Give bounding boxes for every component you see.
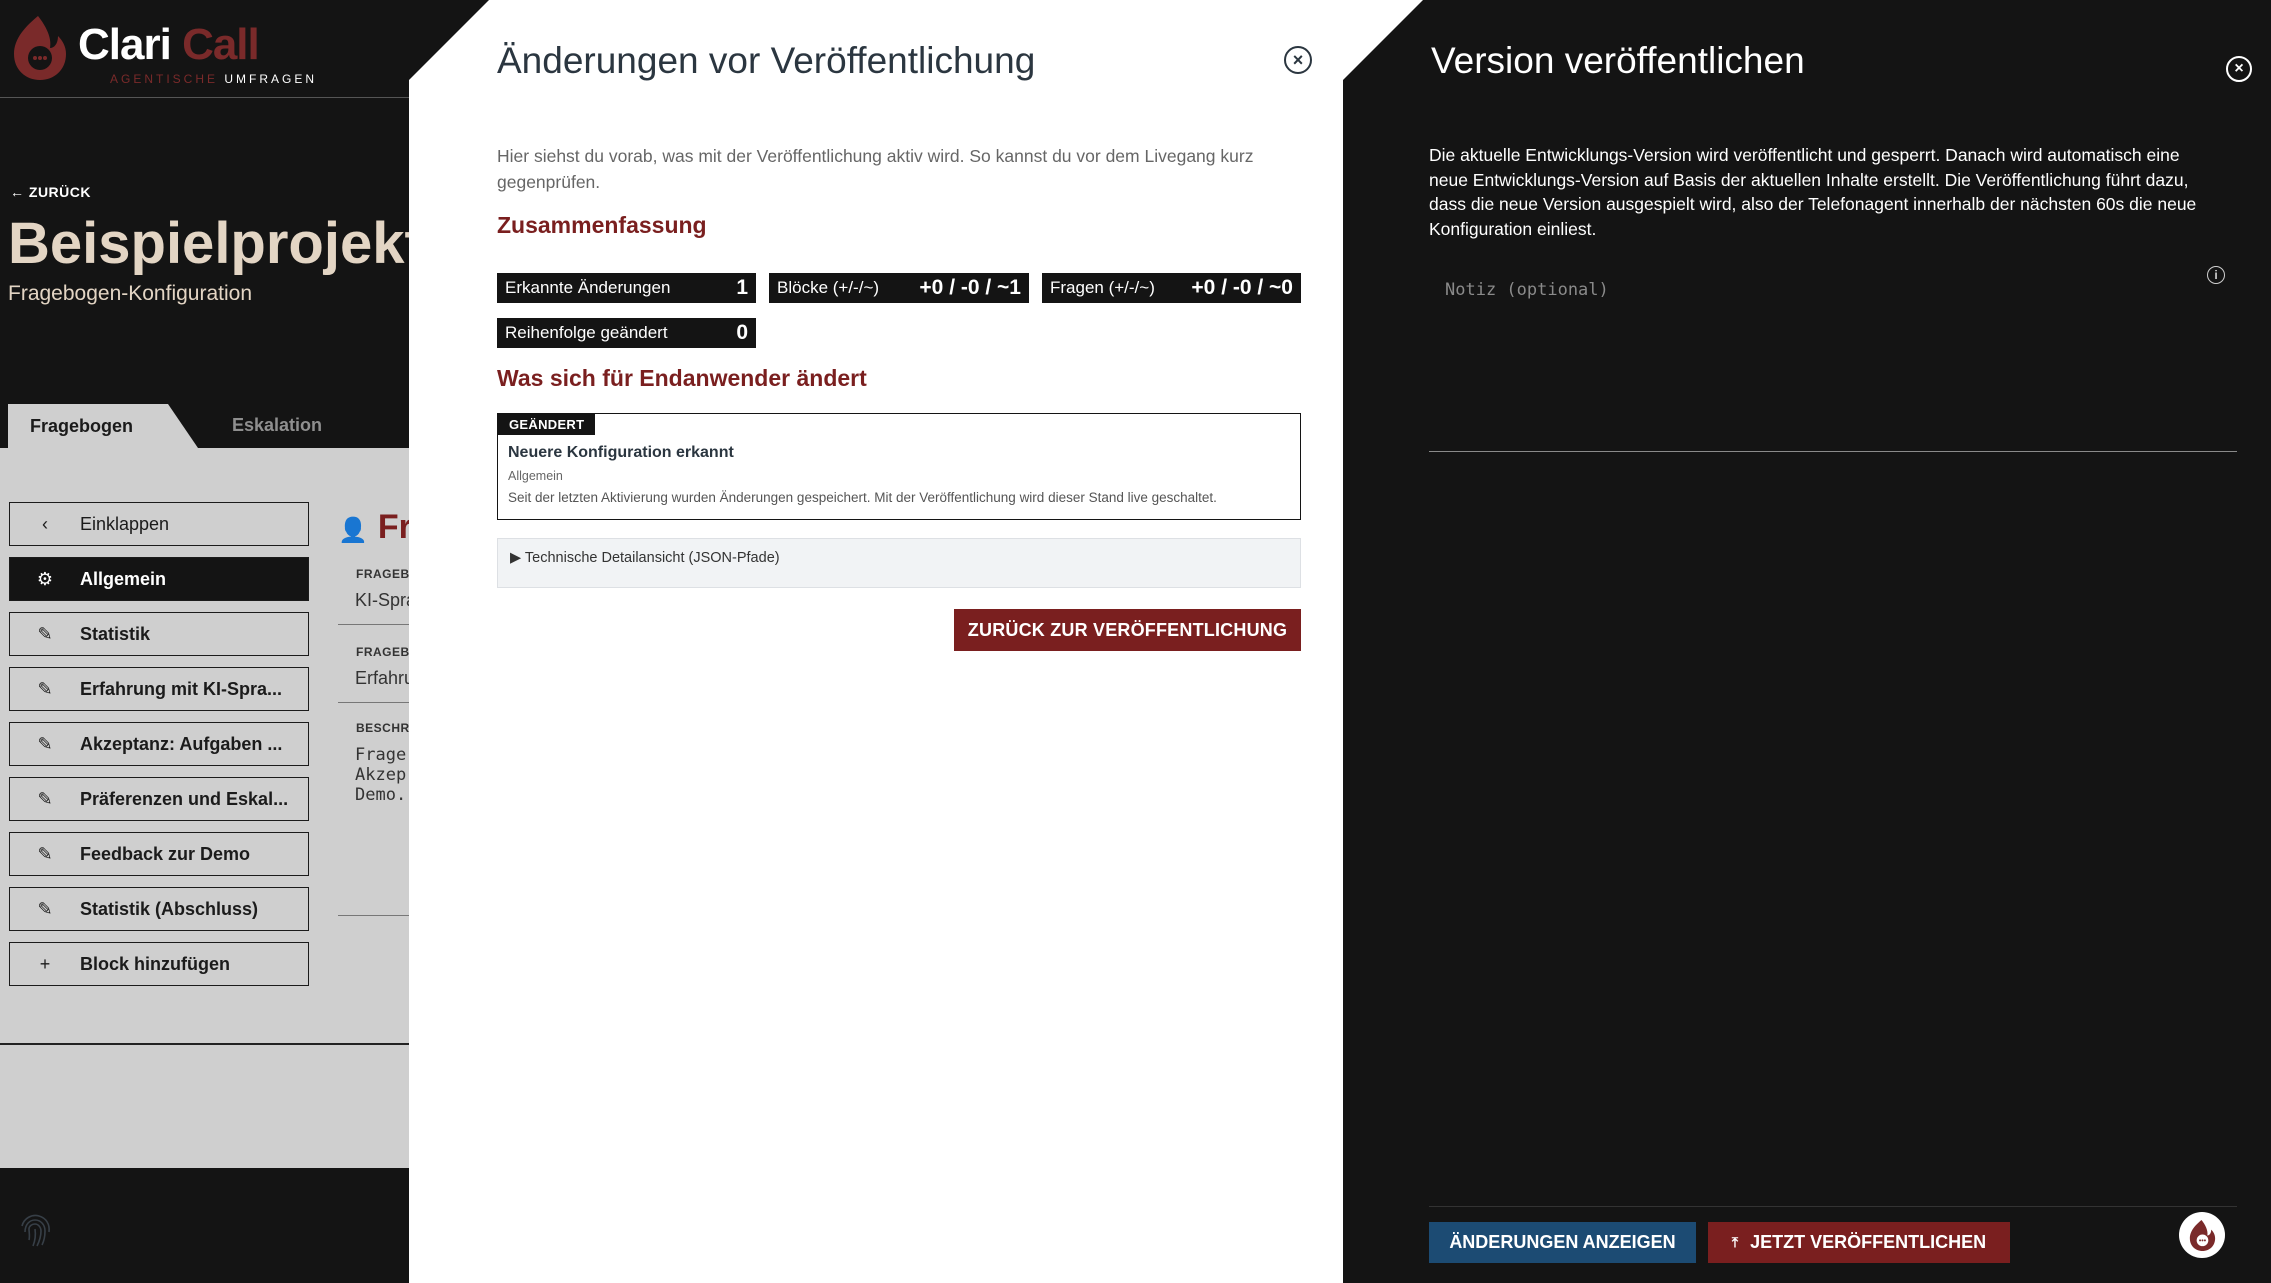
pencil-icon: ✎ — [37, 898, 53, 919]
status-badge: GEÄNDERT — [498, 414, 596, 435]
field-value[interactable]: KI-Spra — [355, 590, 416, 611]
footer-divider — [1429, 1206, 2237, 1207]
publish-drawer: Version veröffentlichen × Die aktuelle E… — [1343, 0, 2271, 1283]
sidebar-item-allgemein[interactable]: ⚙ Allgemein — [9, 557, 309, 601]
arrow-left-icon: ← — [10, 184, 25, 200]
sidebar-item-akzeptanz[interactable]: ✎ Akzeptanz: Aufgaben ... — [9, 722, 309, 766]
sidebar-item-erfahrung[interactable]: ✎ Erfahrung mit KI-Spra... — [9, 667, 309, 711]
description-textarea[interactable]: Frage Akzep Demo. — [355, 745, 406, 805]
sidebar-item-collapse[interactable]: ‹ Einklappen — [9, 502, 309, 546]
back-link[interactable]: ← ZURÜCK — [10, 184, 91, 200]
logo-flame-icon — [2189, 1219, 2216, 1252]
drawer-description: Die aktuelle Entwicklungs-Version wird v… — [1429, 145, 2197, 239]
change-card: GEÄNDERT Neuere Konfiguration erkannt Al… — [497, 413, 1301, 520]
pencil-icon: ✎ — [37, 733, 53, 754]
close-icon[interactable]: × — [2226, 56, 2252, 82]
project-subtitle: Fragebogen-Konfiguration — [8, 282, 253, 305]
plus-icon: + — [39, 953, 51, 974]
sidebar: ‹ Einklappen ⚙ Allgemein ✎ Statistik ✎ E… — [9, 502, 309, 997]
publish-now-button[interactable]: ⤒ JETZT VERÖFFENTLICHEN — [1708, 1222, 2010, 1263]
modal-intro: Hier siehst du vorab, was mit der Veröff… — [497, 146, 1254, 192]
info-icon[interactable]: i — [2207, 266, 2225, 284]
logo[interactable]: Clari Call AGENTISCHE UMFRAGEN — [8, 8, 428, 88]
enduser-heading: Was sich für Endanwender ändert — [497, 365, 867, 391]
logo-flame-icon — [14, 16, 66, 80]
pencil-icon: ✎ — [37, 623, 53, 644]
drawer-title: Version veröffentlichen — [1431, 40, 1805, 81]
gear-icon: ⚙ — [36, 568, 54, 589]
app-background: Clari Call AGENTISCHE UMFRAGEN ← ZURÜCK … — [0, 0, 430, 1283]
sidebar-item-statistik-abschluss[interactable]: ✎ Statistik (Abschluss) — [9, 887, 309, 931]
stat-order-changed: Reihenfolge geändert 0 — [497, 318, 756, 348]
add-block-button[interactable]: + Block hinzufügen — [9, 942, 309, 986]
chevron-left-icon: ‹ — [42, 513, 48, 534]
sidebar-item-statistik[interactable]: ✎ Statistik — [9, 612, 309, 656]
change-description: Seit der letzten Aktivierung wurden Ände… — [508, 490, 1217, 505]
pencil-icon: ✎ — [37, 788, 53, 809]
user-question-icon: 👤 — [338, 517, 368, 544]
note-input[interactable] — [1429, 270, 2237, 452]
sidebar-item-feedback[interactable]: ✎ Feedback zur Demo — [9, 832, 309, 876]
field-value[interactable]: Erfahru — [355, 668, 414, 689]
logo-tagline: AGENTISCHE UMFRAGEN — [110, 72, 318, 86]
section-heading: 👤 Fr — [338, 508, 412, 546]
modal-title: Änderungen vor Veröffentlichung — [497, 40, 1036, 81]
content-divider — [0, 1043, 430, 1045]
fingerprint-icon[interactable] — [14, 1210, 56, 1252]
project-title: Beispielprojekt — [8, 211, 424, 276]
stat-detected-changes: Erkannte Änderungen 1 — [497, 273, 756, 303]
technical-details-toggle[interactable]: ▶ Technische Detailansicht (JSON-Pfade) — [497, 538, 1301, 588]
change-title: Neuere Konfiguration erkannt — [508, 444, 734, 461]
upload-icon: ⤒ — [1731, 1234, 1739, 1250]
tab-eskalation[interactable]: Eskalation — [232, 415, 322, 436]
back-to-publish-button[interactable]: ZURÜCK ZUR VERÖFFENTLICHUNG — [954, 609, 1301, 651]
stat-blocks: Blöcke (+/-/~) +0 / -0 / ~1 — [769, 273, 1029, 303]
logo-text: Clari Call — [78, 20, 260, 69]
chat-assistant-button[interactable] — [2179, 1212, 2225, 1258]
close-icon[interactable]: × — [1284, 46, 1312, 74]
tab-fragebogen[interactable]: Fragebogen — [8, 404, 198, 448]
summary-heading: Zusammenfassung — [497, 212, 707, 238]
stat-questions: Fragen (+/-/~) +0 / -0 / ~0 — [1042, 273, 1301, 303]
header-divider — [0, 97, 430, 98]
pencil-icon: ✎ — [37, 678, 53, 699]
sidebar-item-praeferenzen[interactable]: ✎ Präferenzen und Eskal... — [9, 777, 309, 821]
show-changes-button[interactable]: ÄNDERUNGEN ANZEIGEN — [1429, 1222, 1696, 1263]
changes-modal: Änderungen vor Veröffentlichung × Hier s… — [409, 0, 1343, 1283]
change-category: Allgemein — [508, 469, 563, 483]
pencil-icon: ✎ — [37, 843, 53, 864]
